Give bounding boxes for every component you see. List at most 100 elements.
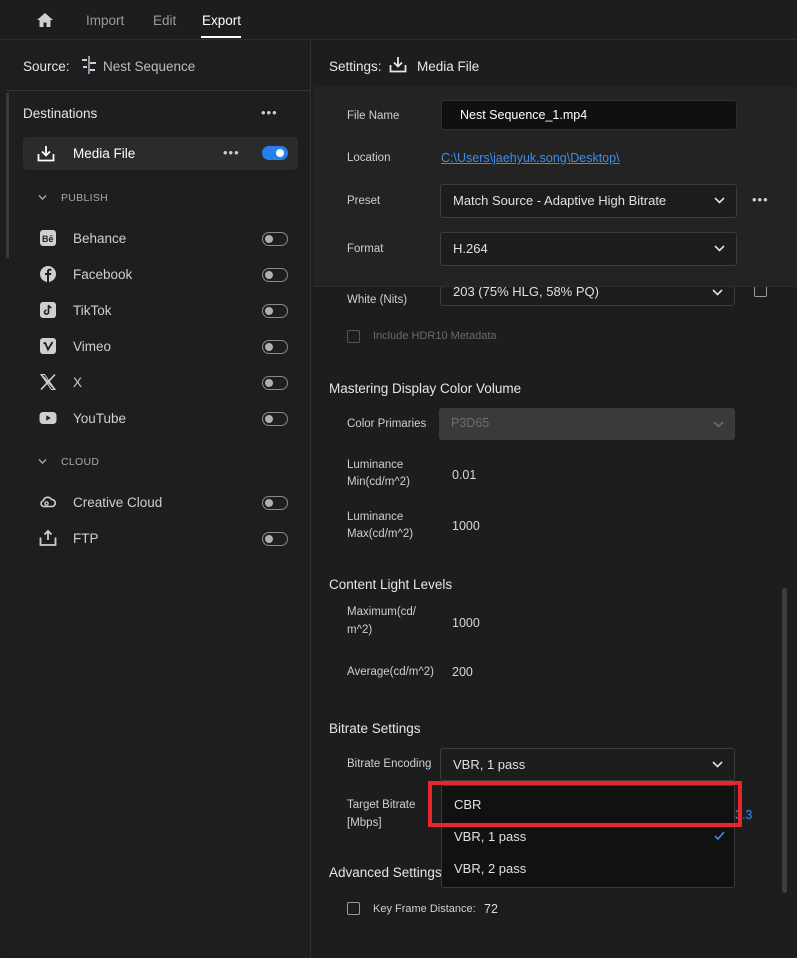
- destination-ftp[interactable]: FTP: [23, 525, 298, 553]
- facebook-label: Facebook: [73, 267, 133, 282]
- avg-light-value[interactable]: 200: [452, 665, 473, 679]
- luminance-max-label-line1: Luminance: [347, 511, 404, 523]
- svg-text:Bē: Bē: [42, 234, 54, 244]
- tiktok-toggle[interactable]: [262, 304, 288, 318]
- download-icon: [37, 146, 55, 162]
- settings-label: Settings:: [329, 59, 382, 74]
- settings-destination-name: Media File: [417, 59, 480, 74]
- youtube-icon: [39, 412, 57, 424]
- media-file-label: Media File: [73, 146, 136, 161]
- luminance-min-label-line1: Luminance: [347, 459, 404, 471]
- output-settings-box: File Name Nest Sequence_1.mp4 Location C…: [313, 87, 797, 287]
- target-bitrate-label-line1: Target Bitrate: [347, 799, 416, 811]
- max-light-label-line1: Maximum(cd/: [347, 606, 417, 618]
- avg-light-label: Average(cd/m^2): [347, 666, 434, 678]
- bitrate-encoding-value: VBR, 1 pass: [453, 757, 526, 772]
- luminance-max-value[interactable]: 1000: [452, 519, 480, 533]
- left-panel-scrollbar[interactable]: [6, 93, 9, 258]
- behance-icon: Bē: [40, 230, 56, 246]
- destinations-more-button[interactable]: •••: [261, 105, 278, 120]
- keyframe-distance-label: Key Frame Distance:: [373, 903, 476, 915]
- cbr-highlight-box: [428, 781, 742, 827]
- destination-x[interactable]: X: [23, 369, 298, 397]
- checkmark-icon: [714, 831, 725, 841]
- target-bitrate-label-line2: [Mbps]: [347, 817, 382, 829]
- luminance-min-value[interactable]: 0.01: [452, 468, 476, 482]
- location-link[interactable]: C:\Users\jaehyuk.song\Desktop\: [441, 151, 620, 165]
- destination-creative-cloud[interactable]: Creative Cloud: [23, 489, 298, 517]
- preset-more-button[interactable]: •••: [752, 192, 769, 207]
- tiktok-icon: [40, 302, 56, 318]
- preset-value: Match Source - Adaptive High Bitrate: [453, 193, 667, 208]
- media-file-toggle[interactable]: [262, 146, 288, 160]
- destination-tiktok[interactable]: TikTok: [23, 297, 298, 325]
- dropdown-option-vbr-2-pass[interactable]: VBR, 2 pass: [454, 861, 526, 876]
- ftp-upload-icon: [39, 529, 57, 546]
- youtube-toggle[interactable]: [262, 412, 288, 426]
- tab-import[interactable]: Import: [86, 13, 124, 28]
- sequence-icon: [82, 56, 96, 74]
- tab-edit[interactable]: Edit: [153, 13, 176, 28]
- youtube-label: YouTube: [73, 411, 127, 426]
- home-icon[interactable]: [36, 12, 54, 28]
- keyframe-distance-checkbox[interactable]: [347, 902, 360, 915]
- luminance-min-label-line2: Min(cd/m^2): [347, 476, 410, 488]
- max-light-value[interactable]: 1000: [452, 616, 480, 630]
- x-label: X: [73, 375, 83, 390]
- cloud-section-header[interactable]: CLOUD: [61, 456, 99, 468]
- luminance-max-label-line2: Max(cd/m^2): [347, 528, 414, 540]
- color-primaries-value: P3D65: [451, 416, 490, 430]
- color-primaries-select: P3D65: [439, 408, 735, 440]
- settings-panel: Settings: Media File White (Nits) 203 (7…: [313, 41, 797, 958]
- include-hdr10-checkbox[interactable]: [347, 330, 360, 343]
- destination-youtube[interactable]: YouTube: [23, 405, 298, 433]
- file-name-input[interactable]: Nest Sequence_1.mp4: [441, 100, 737, 130]
- creative-cloud-toggle[interactable]: [262, 496, 288, 510]
- destination-behance[interactable]: Bē Behance: [23, 225, 298, 253]
- file-name-value: Nest Sequence_1.mp4: [460, 108, 588, 122]
- max-light-label-line2: m^2): [347, 624, 373, 636]
- vimeo-toggle[interactable]: [262, 340, 288, 354]
- destination-facebook[interactable]: Facebook: [23, 261, 298, 289]
- vimeo-label: Vimeo: [73, 339, 112, 354]
- advanced-section-title: Advanced Settings: [329, 865, 442, 880]
- preset-label: Preset: [347, 195, 381, 207]
- destinations-title: Destinations: [23, 106, 98, 121]
- format-label: Format: [347, 243, 384, 255]
- chevron-down-icon[interactable]: [38, 457, 47, 466]
- mastering-section-title: Mastering Display Color Volume: [329, 381, 522, 396]
- publish-section-header[interactable]: PUBLISH: [61, 192, 108, 204]
- chevron-down-icon[interactable]: [38, 193, 47, 202]
- format-value: H.264: [453, 241, 488, 256]
- media-file-more-button[interactable]: •••: [223, 145, 240, 160]
- format-select[interactable]: H.264: [440, 232, 737, 266]
- ftp-toggle[interactable]: [262, 532, 288, 546]
- facebook-toggle[interactable]: [262, 268, 288, 282]
- destination-media-file[interactable]: Media File •••: [23, 137, 298, 170]
- chevron-down-icon: [714, 245, 725, 252]
- ftp-label: FTP: [73, 531, 99, 546]
- settings-scrollbar[interactable]: [782, 588, 787, 893]
- keyframe-distance-value[interactable]: 72: [484, 902, 498, 916]
- x-toggle[interactable]: [262, 376, 288, 390]
- chevron-down-icon: [712, 761, 723, 768]
- chevron-down-icon: [713, 421, 724, 428]
- source-sequence-name[interactable]: Nest Sequence: [103, 59, 195, 74]
- dropdown-option-vbr-1-pass[interactable]: VBR, 1 pass: [454, 829, 526, 844]
- active-tab-indicator: [201, 36, 241, 38]
- behance-toggle[interactable]: [262, 232, 288, 246]
- vimeo-icon: [40, 338, 56, 354]
- download-icon: [389, 57, 407, 73]
- preset-select[interactable]: Match Source - Adaptive High Bitrate: [440, 184, 737, 218]
- file-name-label: File Name: [347, 110, 400, 122]
- creative-cloud-label: Creative Cloud: [73, 495, 163, 510]
- white-nits-label: White (Nits): [347, 294, 408, 306]
- destination-vimeo[interactable]: Vimeo: [23, 333, 298, 361]
- location-label: Location: [347, 152, 391, 164]
- bitrate-encoding-select[interactable]: VBR, 1 pass: [440, 748, 735, 781]
- source-label: Source:: [23, 59, 70, 74]
- tab-export[interactable]: Export: [202, 13, 241, 28]
- facebook-icon: [40, 266, 56, 282]
- include-hdr10-label: Include HDR10 Metadata: [373, 330, 497, 342]
- creative-cloud-icon: [40, 496, 57, 508]
